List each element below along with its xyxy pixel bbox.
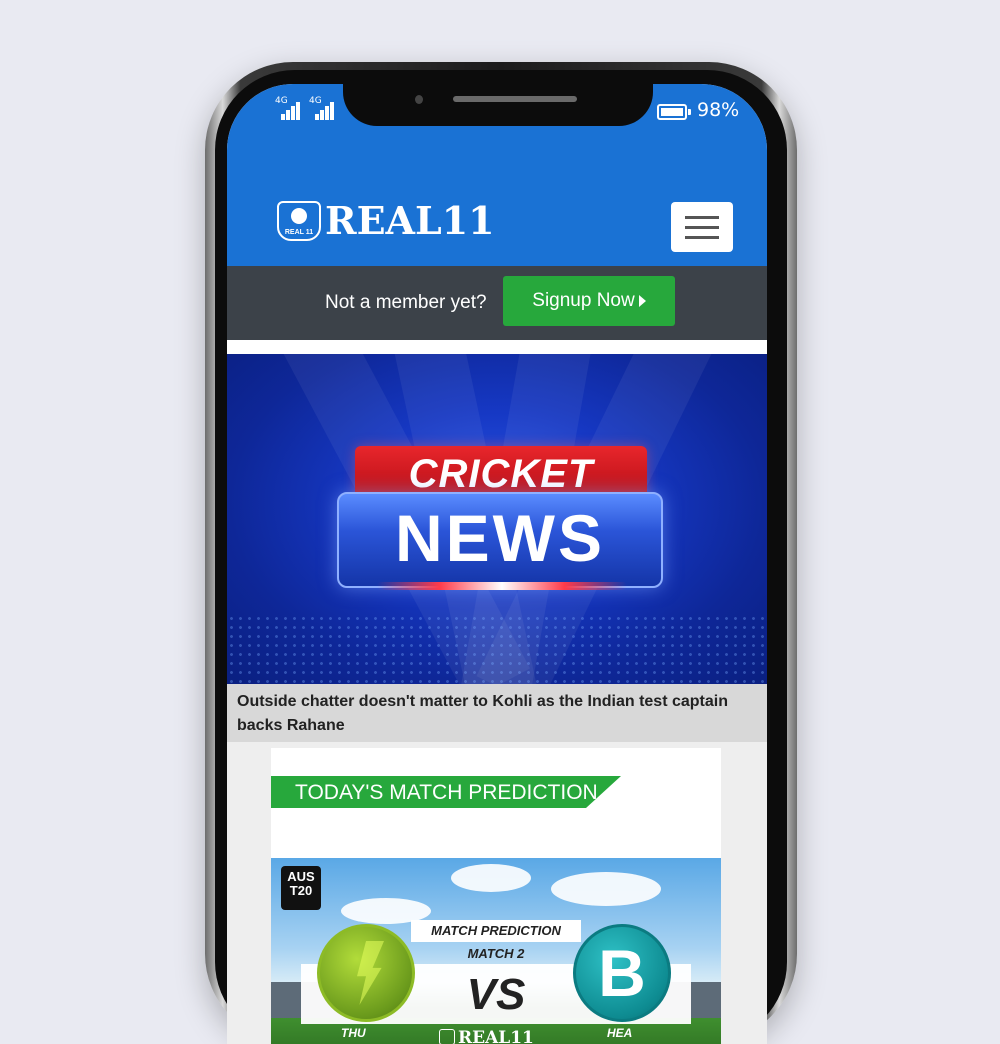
logo-badge-icon: REAL 11 (277, 200, 321, 241)
article-headline[interactable]: Outside chatter doesn't matter to Kohli … (237, 690, 757, 738)
phone-screen: 4G 4G 98% REAL 11 REAL11 Not a member ye… (227, 84, 767, 1044)
battery-level (661, 108, 683, 116)
news-glow (377, 582, 627, 590)
team-left-logo-icon (317, 924, 415, 1022)
status-bar: 4G 4G 98% (227, 84, 767, 150)
lightning-bolt-icon (357, 941, 384, 1005)
mini-logo-icon (439, 1029, 455, 1044)
front-camera (415, 95, 423, 104)
hamburger-menu-button[interactable] (671, 202, 733, 252)
signup-strip: Not a member yet? Signup Now (227, 266, 767, 340)
match-preview-image[interactable]: AUS T20 MATCH PREDICTION MATCH 2 VS B TH… (271, 858, 721, 1044)
match-prediction-title: MATCH PREDICTION (411, 920, 581, 942)
site-logo[interactable]: REAL 11 REAL11 (277, 198, 495, 243)
team-right-label: HEA (607, 1026, 633, 1040)
battery-percent: 98% (697, 99, 740, 121)
team-right-logo-icon: B (573, 924, 671, 1022)
signup-prompt: Not a member yet? (325, 292, 487, 313)
banner-dot-pattern (227, 614, 767, 684)
phone-frame: 4G 4G 98% REAL 11 REAL11 Not a member ye… (205, 62, 797, 1044)
signup-button-label: Signup Now (532, 290, 635, 311)
earpiece-speaker (453, 96, 577, 102)
site-header: REAL 11 REAL11 (227, 150, 767, 266)
vs-text: VS (466, 970, 526, 1019)
network-type-label: 4G (275, 96, 288, 106)
banner-line1: CRICKET (408, 452, 594, 496)
prediction-tag: TODAY'S MATCH PREDICTION (271, 776, 621, 808)
cricket-news-banner[interactable]: CRICKET NEWS (227, 354, 767, 684)
team-left-label: THU (341, 1026, 366, 1040)
play-arrow-icon (638, 295, 646, 307)
divider (227, 340, 767, 354)
match-number: MATCH 2 (467, 946, 525, 961)
card-footer-logo-text: REAL11 (458, 1028, 534, 1044)
article-headline-box: Outside chatter doesn't matter to Kohli … (227, 684, 767, 742)
logo-text: REAL11 (325, 198, 495, 243)
card-footer-logo: REAL11 (439, 1028, 534, 1044)
banner-line2: NEWS (395, 501, 605, 575)
signup-button[interactable]: Signup Now (503, 276, 675, 326)
signal-icon: 4G (309, 96, 337, 120)
notch (343, 84, 653, 126)
logo-badge-text: REAL 11 (284, 228, 314, 236)
battery-icon (657, 104, 691, 120)
signal-icon: 4G (275, 96, 303, 120)
league-badge: AUS T20 (281, 866, 321, 910)
hamburger-menu-icon (685, 215, 719, 219)
network-type-label: 4G (309, 96, 322, 106)
